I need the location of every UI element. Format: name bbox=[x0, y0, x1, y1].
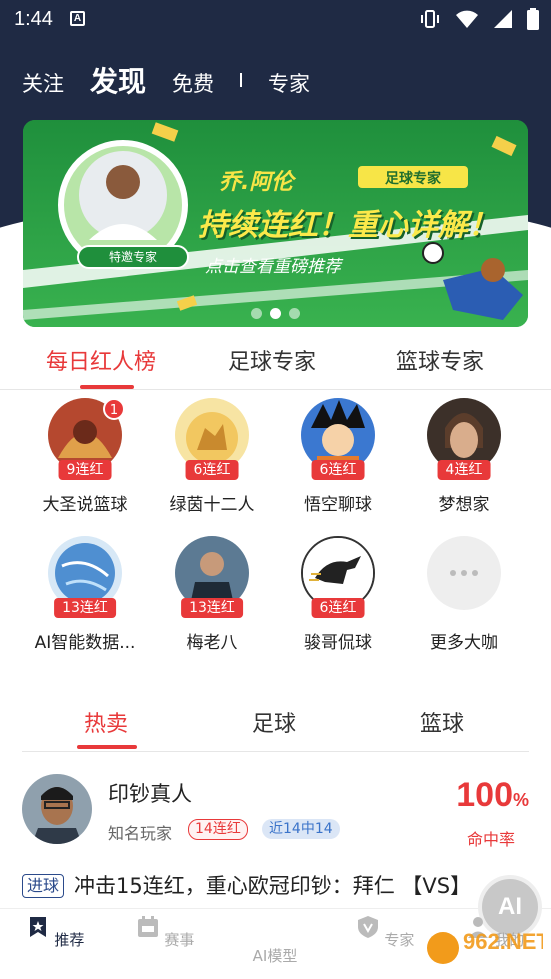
expert-name: 梦想家 bbox=[438, 495, 490, 515]
shield-icon bbox=[357, 916, 378, 938]
banner-subtitle: 点击查看重磅推荐 bbox=[205, 257, 341, 277]
streak-badge: 9连红 bbox=[58, 460, 112, 480]
expert-name: 更多大咖 bbox=[430, 633, 498, 653]
prediction-headline[interactable]: 冲击15连红，重心欧冠印钞：拜仁 【VS】 bbox=[74, 870, 471, 900]
nav-free[interactable]: 免费 bbox=[172, 68, 214, 98]
recommendation-card[interactable]: 印钞真人 知名玩家 14连红 近14中14 100% 命中率 进球 冲击15连红… bbox=[22, 770, 529, 900]
hit-rate-value: 100 bbox=[456, 776, 513, 814]
banner-tag: 足球专家 bbox=[385, 171, 441, 187]
author-role: 知名玩家 bbox=[108, 824, 173, 843]
bottom-nav-ai-model[interactable]: AI AI模型 bbox=[235, 879, 538, 966]
banner-dot[interactable] bbox=[289, 308, 300, 319]
tab-indicator bbox=[77, 745, 137, 749]
hit-rate-label: 命中率 bbox=[466, 830, 515, 849]
nav-discover[interactable]: 发现 bbox=[90, 60, 146, 100]
tab-basketball[interactable]: 篮球 bbox=[420, 706, 464, 738]
banner-headline: 持续连红！重心详解！ bbox=[198, 208, 498, 243]
expert-item[interactable]: 1 9连红 大圣说篮球 bbox=[25, 398, 145, 515]
expert-item[interactable]: 13连红 AI智能数据... bbox=[25, 536, 145, 653]
expert-name: 梅老八 bbox=[186, 633, 238, 653]
ranking-tabs: 每日红人榜 足球专家 篮球专家 bbox=[0, 340, 551, 390]
notification-icon: A bbox=[70, 11, 85, 26]
top-nav: 关注 发现 免费 专家 bbox=[22, 60, 336, 100]
tab-basketball-expert[interactable]: 篮球专家 bbox=[396, 344, 484, 376]
status-time: 1:44 bbox=[14, 8, 53, 30]
expert-item[interactable]: 6连红 骏哥侃球 bbox=[278, 536, 398, 653]
streak-badge: 6连红 bbox=[185, 460, 239, 480]
notification-badge: 1 bbox=[103, 398, 125, 420]
vibrate-icon bbox=[421, 10, 439, 28]
streak-badge: 13连红 bbox=[181, 598, 243, 618]
nav-expert[interactable]: 专家 bbox=[268, 68, 310, 98]
expert-name: 绿茵十二人 bbox=[169, 495, 255, 515]
expert-item[interactable]: 4连红 梦想家 bbox=[404, 398, 524, 515]
streak-tag: 14连红 bbox=[188, 819, 248, 840]
tab-daily-hot[interactable]: 每日红人榜 bbox=[46, 344, 156, 376]
banner-dot-active[interactable] bbox=[270, 308, 281, 319]
status-bar: 1:44 A bbox=[0, 0, 551, 38]
bottom-nav-label: 推荐 bbox=[54, 931, 85, 949]
streak-badge: 6连红 bbox=[311, 598, 365, 618]
bottom-nav-label: 专家 bbox=[384, 931, 415, 949]
wifi-icon bbox=[456, 10, 478, 28]
banner-dot[interactable] bbox=[251, 308, 262, 319]
bottom-nav-recommend[interactable]: 推荐 bbox=[15, 915, 95, 950]
filter-tabs: 热卖 足球 篮球 bbox=[22, 698, 529, 752]
expert-name: 骏哥侃球 bbox=[304, 633, 372, 653]
hit-rate: 100% bbox=[456, 776, 529, 815]
expert-item[interactable]: 6连红 悟空聊球 bbox=[278, 398, 398, 515]
promo-banner[interactable]: 特邀专家 乔.阿伦 足球专家 持续连红！重心详解！ 点击查看重磅推荐 bbox=[23, 120, 528, 327]
banner-pagination bbox=[251, 308, 300, 319]
author-name[interactable]: 印钞真人 bbox=[108, 778, 192, 808]
banner-expert-name: 乔.阿伦 bbox=[219, 170, 294, 195]
streak-badge: 13连红 bbox=[54, 598, 116, 618]
tab-football-expert[interactable]: 足球专家 bbox=[228, 344, 316, 376]
expert-item[interactable]: 6连红 绿茵十二人 bbox=[152, 398, 272, 515]
watermark-text: 962.NET 乐游网 bbox=[463, 929, 543, 954]
nav-divider bbox=[240, 73, 243, 87]
hit-rate-unit: % bbox=[512, 790, 529, 810]
bottom-nav-label: 赛事 bbox=[164, 931, 195, 949]
tab-hot-sale[interactable]: 热卖 bbox=[84, 706, 128, 738]
author-avatar[interactable] bbox=[22, 774, 92, 844]
prediction-type-tag: 进球 bbox=[22, 874, 65, 898]
more-icon bbox=[427, 536, 501, 610]
calendar-icon bbox=[137, 916, 158, 937]
bottom-nav: 推荐 赛事 AI AI模型 专家 我的 962.NET 乐游网 bbox=[0, 879, 551, 979]
expert-name: 悟空聊球 bbox=[304, 495, 372, 515]
bottom-nav-events[interactable]: 赛事 bbox=[125, 915, 205, 950]
expert-item[interactable]: 13连红 梅老八 bbox=[152, 536, 272, 653]
system-icons bbox=[419, 8, 539, 30]
signal-icon bbox=[494, 10, 512, 28]
watermark-logo: 962.NET 乐游网 bbox=[423, 923, 551, 973]
banner-avatar-label: 特邀专家 bbox=[108, 250, 157, 264]
expert-name: 大圣说篮球 bbox=[42, 495, 128, 515]
recent-record-tag: 近14中14 bbox=[262, 819, 340, 839]
bottom-nav-label: AI模型 bbox=[252, 947, 298, 965]
tab-football[interactable]: 足球 bbox=[252, 706, 296, 738]
star-icon bbox=[29, 917, 46, 937]
streak-badge: 6连红 bbox=[311, 460, 365, 480]
tab-indicator bbox=[80, 385, 134, 389]
nav-follow[interactable]: 关注 bbox=[22, 68, 64, 98]
battery-icon bbox=[527, 8, 539, 30]
bottom-nav-expert[interactable]: 专家 bbox=[345, 915, 425, 950]
streak-badge: 4连红 bbox=[437, 460, 491, 480]
more-experts-button[interactable]: 更多大咖 bbox=[404, 536, 524, 653]
expert-name: AI智能数据... bbox=[34, 633, 136, 653]
